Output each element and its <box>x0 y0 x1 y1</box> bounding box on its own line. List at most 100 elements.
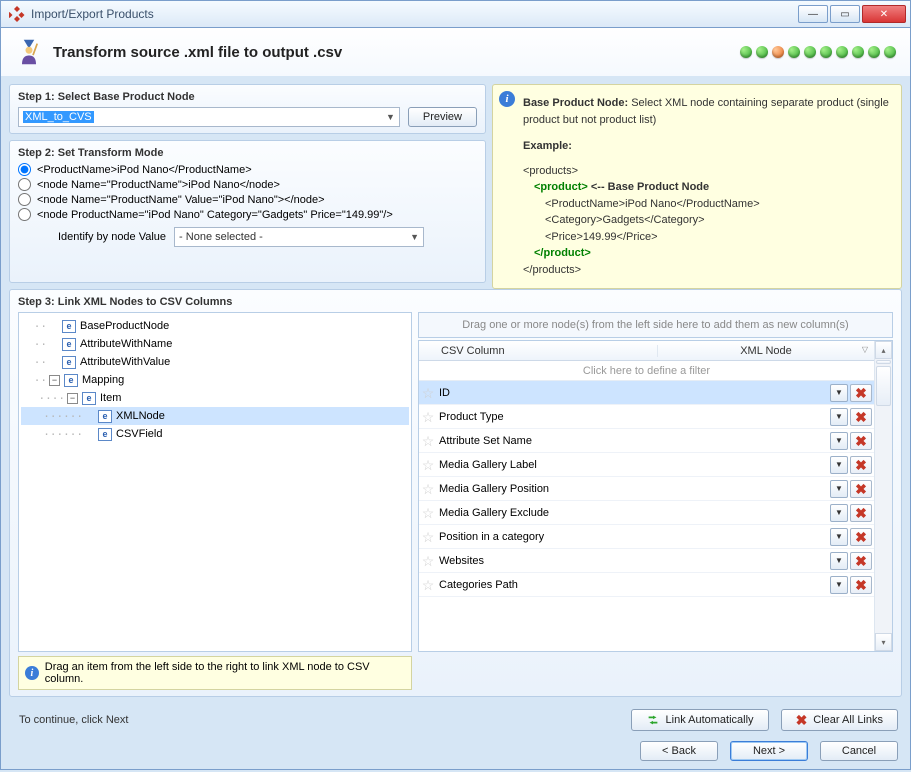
scroll-up-button[interactable]: ▴ <box>875 341 892 359</box>
row-delete-button[interactable]: ✖ <box>850 456 872 474</box>
grid-filter[interactable]: Click here to define a filter <box>419 361 874 381</box>
column-header[interactable]: CSV Column <box>419 345 658 357</box>
table-row[interactable]: ☆ID▼✖ <box>419 381 874 405</box>
row-delete-button[interactable]: ✖ <box>850 576 872 594</box>
scrollbar[interactable]: ▴ ▾ <box>874 341 892 651</box>
row-dropdown-button[interactable]: ▼ <box>830 528 848 546</box>
row-delete-button[interactable]: ✖ <box>850 408 872 426</box>
tree-node[interactable]: ······eXMLNode <box>21 407 409 425</box>
option-label: <ProductName>iPod Nano</ProductName> <box>37 164 252 176</box>
info-icon: i <box>25 666 39 680</box>
base-node-select[interactable]: XML_to_CVS ▼ <box>18 107 400 127</box>
clear-all-links-button[interactable]: ✖ Clear All Links <box>781 709 898 731</box>
x-icon: ✖ <box>855 410 867 424</box>
table-row[interactable]: ☆Position in a category▼ ✖ <box>419 525 874 549</box>
close-button[interactable]: ✕ <box>862 5 906 23</box>
row-dropdown-button[interactable]: ▼ <box>830 504 848 522</box>
hint-bar: i Drag an item from the left side to the… <box>18 656 412 690</box>
row-delete-button[interactable]: ✖ <box>850 504 872 522</box>
tree-node-label: CSVField <box>116 428 162 440</box>
tree-node[interactable]: ··eAttributeWithName <box>21 335 409 353</box>
xml-tree[interactable]: ··eBaseProductNode··eAttributeWithName··… <box>18 312 412 652</box>
tree-collapse-icon[interactable]: − <box>49 375 60 386</box>
code-line: </product> <box>534 247 591 259</box>
favorite-icon[interactable]: ☆ <box>419 482 437 496</box>
sort-icon: ▽ <box>862 345 868 354</box>
csv-column-name: Media Gallery Label <box>437 459 830 471</box>
table-row[interactable]: ☆Categories Path▼✖ <box>419 573 874 597</box>
maximize-button[interactable]: ▭ <box>830 5 860 23</box>
row-dropdown-button[interactable]: ▼ <box>830 576 848 594</box>
cancel-button[interactable]: Cancel <box>820 741 898 761</box>
row-delete-button[interactable]: ✖ <box>850 528 872 546</box>
favorite-icon[interactable]: ☆ <box>419 386 437 400</box>
scroll-down-button[interactable]: ▾ <box>875 633 892 651</box>
csv-column-name: Media Gallery Position <box>437 483 830 495</box>
table-row[interactable]: ☆Product Type▼✖ <box>419 405 874 429</box>
favorite-icon[interactable]: ☆ <box>419 554 437 568</box>
row-delete-button[interactable]: ✖ <box>850 480 872 498</box>
row-delete-button[interactable]: ✖ <box>850 552 872 570</box>
code-line: <products> <box>523 163 891 180</box>
link-automatically-button[interactable]: Link Automatically <box>631 709 769 731</box>
next-button[interactable]: Next > <box>730 741 808 761</box>
column-header[interactable]: XML Node ▽ <box>658 345 874 357</box>
code-line: <Price>149.99</Price> <box>523 229 891 246</box>
dropzone[interactable]: Drag one or more node(s) from the left s… <box>418 312 893 338</box>
favorite-icon[interactable]: ☆ <box>419 434 437 448</box>
transform-mode-option[interactable]: <node ProductName="iPod Nano" Category="… <box>18 208 477 221</box>
transform-mode-option[interactable]: <node Name="ProductName">iPod Nano</node… <box>18 178 477 191</box>
favorite-icon[interactable]: ☆ <box>419 410 437 424</box>
table-row[interactable]: ☆Websites▼✖ <box>419 549 874 573</box>
radio-input[interactable] <box>18 208 31 221</box>
preview-button[interactable]: Preview <box>408 107 477 127</box>
table-row[interactable]: ☆Media Gallery Position▼✖ <box>419 477 874 501</box>
element-badge-icon: e <box>82 392 96 405</box>
row-dropdown-button[interactable]: ▼ <box>830 456 848 474</box>
favorite-icon[interactable]: ☆ <box>419 578 437 592</box>
csv-column-name: Position in a category <box>437 531 830 543</box>
x-icon: ✖ <box>796 713 808 727</box>
step-dot <box>820 46 832 58</box>
tree-node[interactable]: ··−eMapping <box>21 371 409 389</box>
step-dot <box>868 46 880 58</box>
wizard-header: Transform source .xml file to output .cs… <box>0 28 911 76</box>
step1-title: Step 1: Select Base Product Node <box>18 91 477 103</box>
transform-mode-option[interactable]: <ProductName>iPod Nano</ProductName> <box>18 163 477 176</box>
tree-node[interactable]: ··eBaseProductNode <box>21 317 409 335</box>
scroll-top-button[interactable] <box>876 360 891 364</box>
row-dropdown-button[interactable]: ▼ <box>830 384 848 402</box>
info-icon: i <box>499 91 515 107</box>
x-icon: ✖ <box>855 530 867 544</box>
scroll-thumb[interactable] <box>876 366 891 406</box>
minimize-button[interactable]: — <box>798 5 828 23</box>
tree-collapse-icon[interactable]: − <box>67 393 78 404</box>
transform-mode-option[interactable]: <node Name="ProductName" Value="iPod Nan… <box>18 193 477 206</box>
help-label: Base Product Node: <box>523 97 628 109</box>
back-button[interactable]: < Back <box>640 741 718 761</box>
identify-select[interactable]: - None selected - ▼ <box>174 227 424 247</box>
step-dot <box>788 46 800 58</box>
radio-input[interactable] <box>18 163 31 176</box>
row-delete-button[interactable]: ✖ <box>850 432 872 450</box>
favorite-icon[interactable]: ☆ <box>419 458 437 472</box>
tree-node[interactable]: ····−eItem <box>21 389 409 407</box>
element-badge-icon: e <box>62 338 76 351</box>
table-row[interactable]: ☆Media Gallery Exclude▼✖ <box>419 501 874 525</box>
tree-node[interactable]: ······eCSVField <box>21 425 409 443</box>
row-dropdown-button[interactable]: ▼ <box>830 408 848 426</box>
favorite-icon[interactable]: ☆ <box>419 530 437 544</box>
radio-input[interactable] <box>18 193 31 206</box>
row-dropdown-button[interactable]: ▼ <box>830 552 848 570</box>
x-icon: ✖ <box>855 578 867 592</box>
step-dot <box>852 46 864 58</box>
favorite-icon[interactable]: ☆ <box>419 506 437 520</box>
table-row[interactable]: ☆Media Gallery Label▼✖ <box>419 453 874 477</box>
row-dropdown-button[interactable]: ▼ <box>830 432 848 450</box>
step-dot <box>804 46 816 58</box>
row-delete-button[interactable]: ✖ <box>850 384 872 402</box>
table-row[interactable]: ☆Attribute Set Name▼✖ <box>419 429 874 453</box>
row-dropdown-button[interactable]: ▼ <box>830 480 848 498</box>
radio-input[interactable] <box>18 178 31 191</box>
tree-node[interactable]: ··eAttributeWithValue <box>21 353 409 371</box>
